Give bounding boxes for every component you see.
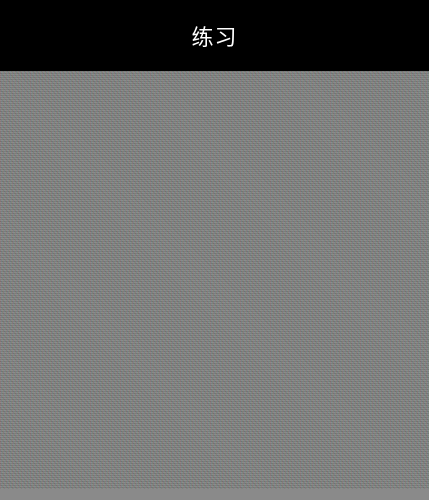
header-bar: 练习 xyxy=(0,0,429,71)
app-window: 练习 xyxy=(0,0,429,500)
noise-content-area[interactable] xyxy=(0,71,429,489)
bottom-strip xyxy=(0,489,429,500)
page-title: 练习 xyxy=(191,25,238,51)
